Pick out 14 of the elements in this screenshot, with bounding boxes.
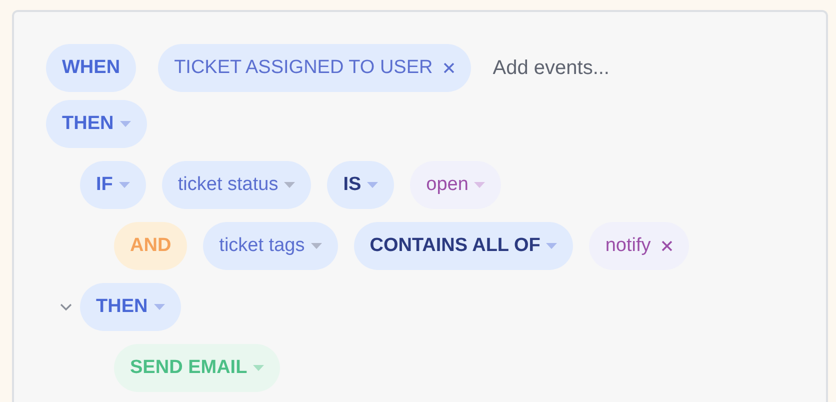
value-dropdown[interactable]: notify	[589, 222, 689, 270]
keyword-dropdown[interactable]: THEN	[46, 100, 147, 148]
field-dropdown[interactable]: ticket tags	[203, 222, 338, 270]
keyword-dropdown[interactable]: IF	[80, 161, 146, 209]
value-dropdown[interactable]: open	[410, 161, 502, 209]
chevron-down-icon[interactable]	[60, 303, 72, 311]
operator-dropdown[interactable]: IS	[327, 161, 394, 209]
event-input[interactable]: Add events...	[492, 53, 713, 83]
keyword-dropdown[interactable]: THEN	[80, 283, 181, 331]
action-dropdown[interactable]: SEND EMAIL	[114, 344, 280, 392]
field-dropdown[interactable]: ticket status	[162, 161, 312, 209]
keyword-dropdown[interactable]: WHEN	[46, 44, 136, 92]
event-chip[interactable]: TICKET ASSIGNED TO USER	[158, 44, 471, 92]
operator-dropdown[interactable]: CONTAINS ALL OF	[354, 222, 574, 270]
